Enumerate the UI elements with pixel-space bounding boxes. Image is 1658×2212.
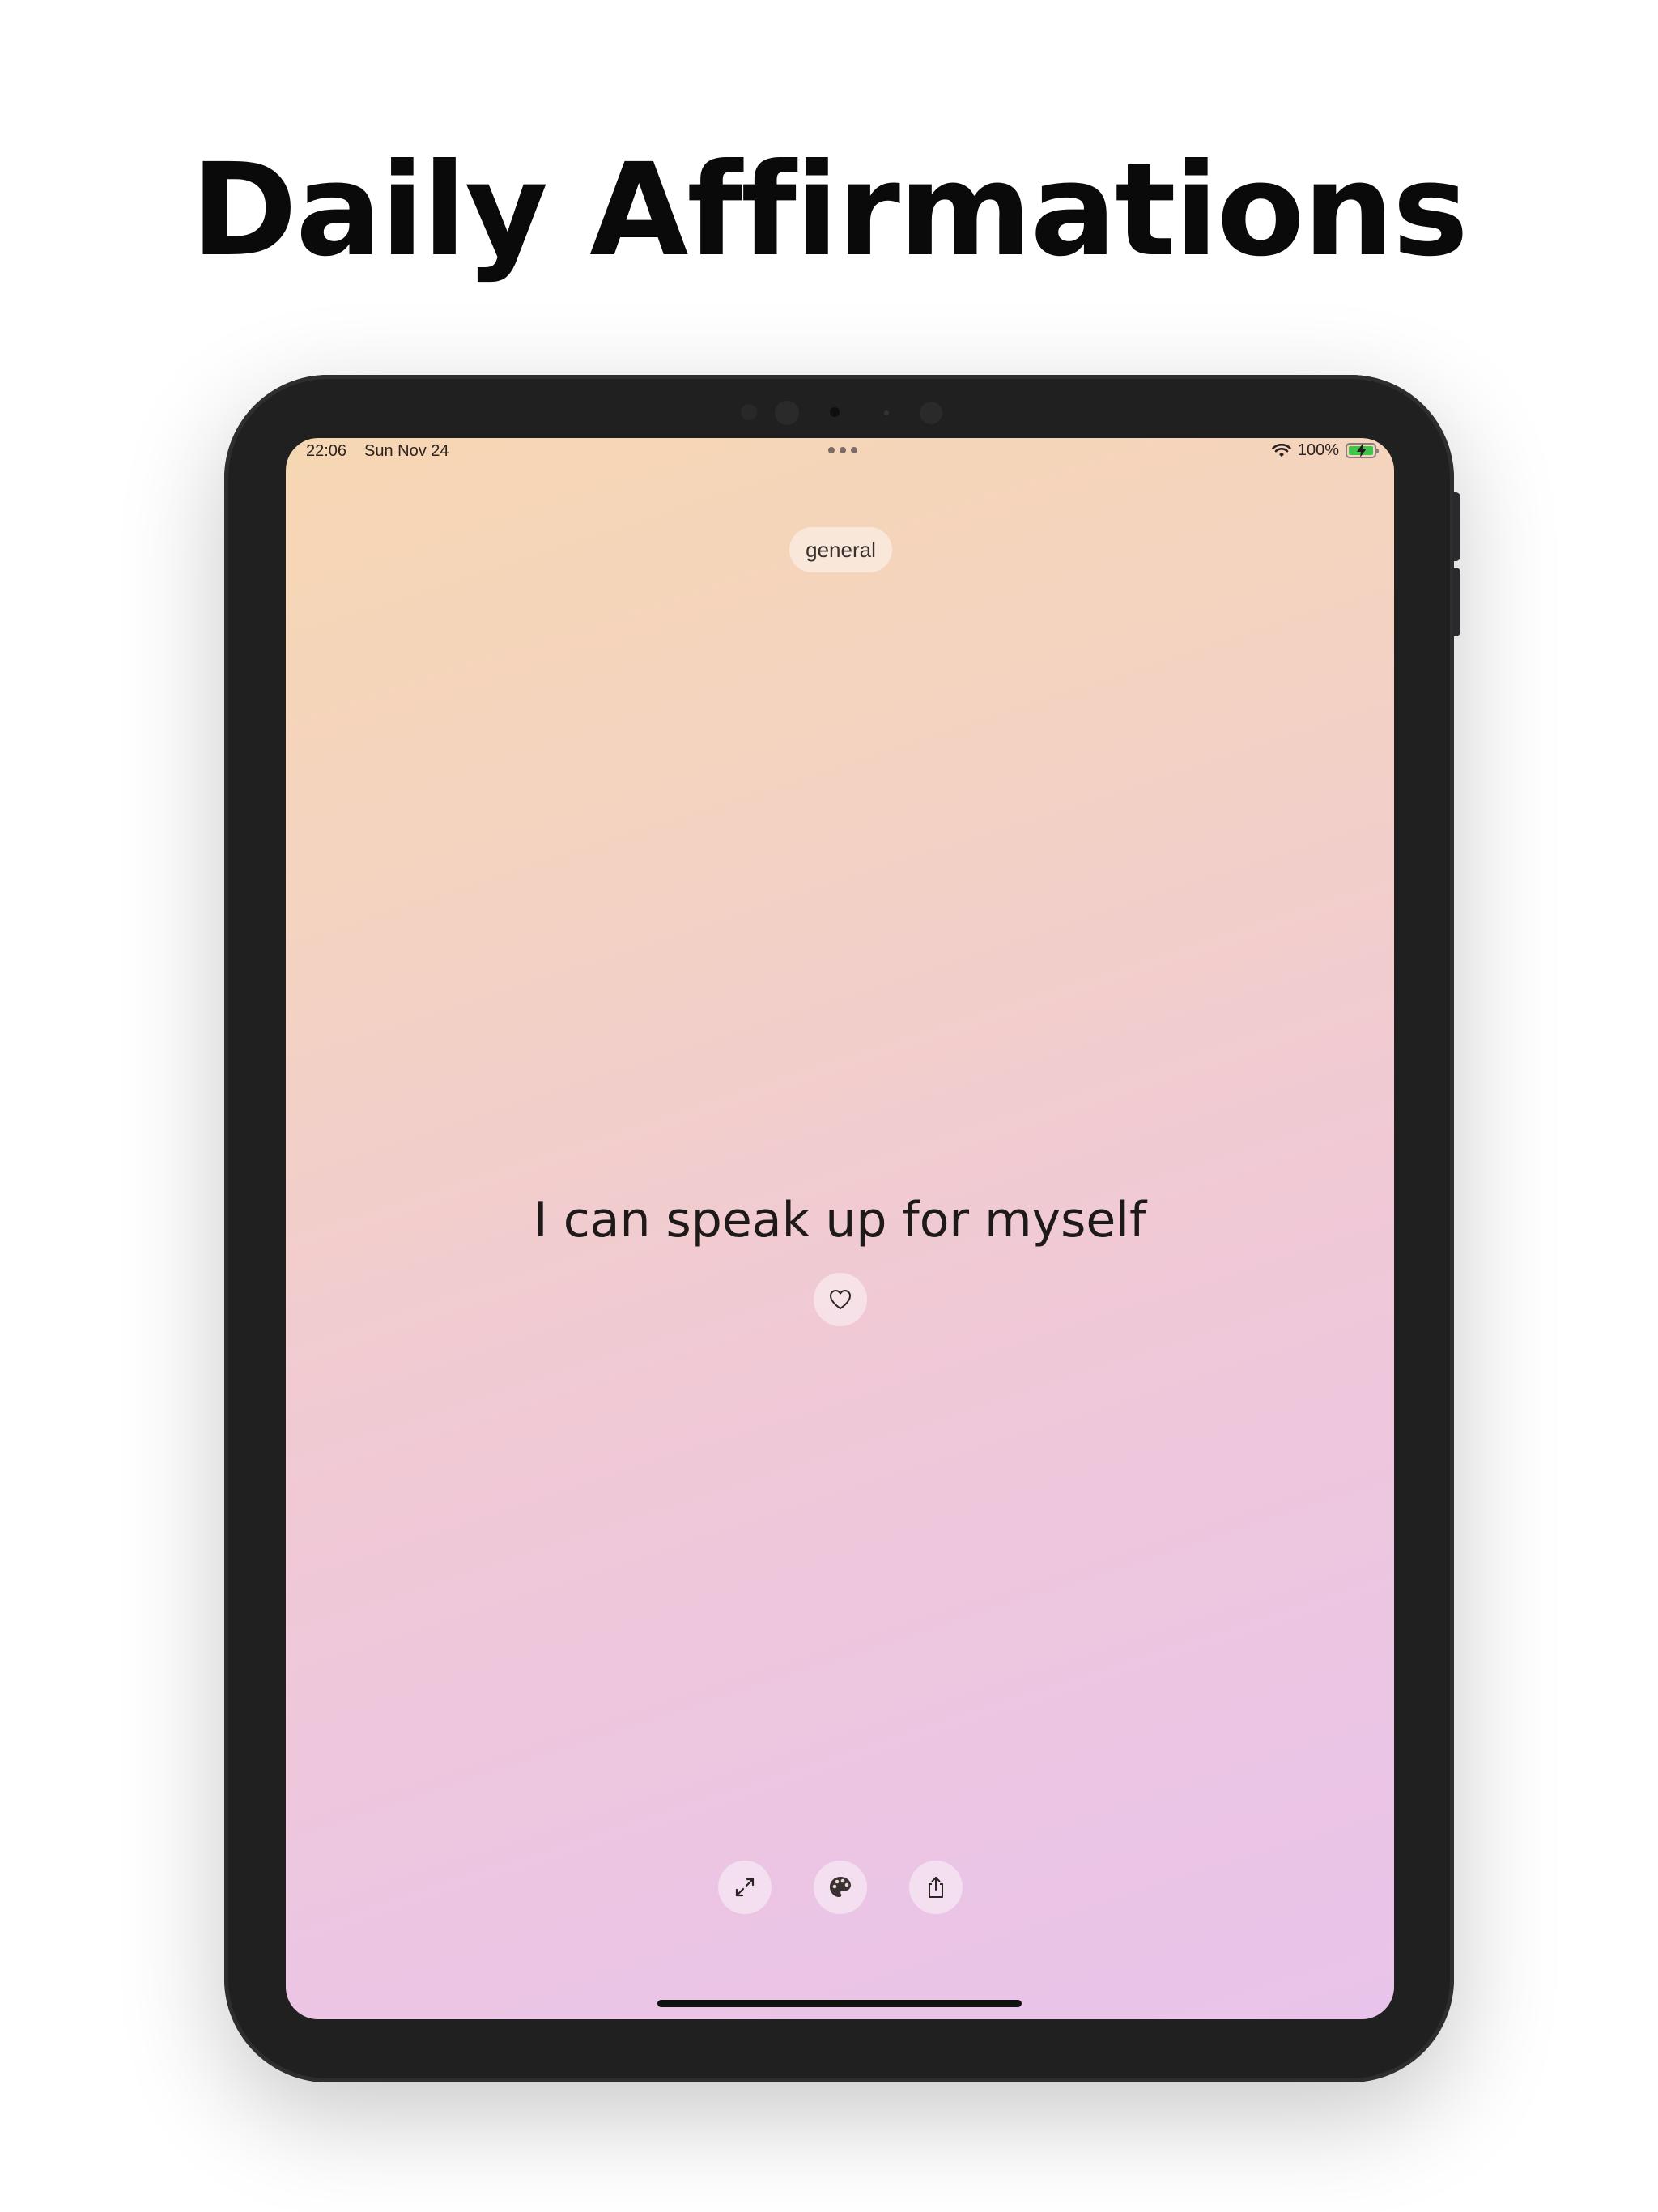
volume-down-button <box>1452 568 1460 636</box>
expand-icon <box>735 1878 755 1897</box>
battery-icon <box>1346 443 1379 458</box>
theme-button[interactable] <box>814 1861 867 1914</box>
status-indicators: 100% <box>1272 441 1379 460</box>
status-time: 22:06 <box>306 442 347 460</box>
app-screen: 22:06 Sun Nov 24 100% general I can spea… <box>286 438 1394 2019</box>
multitasking-menu[interactable] <box>828 445 857 455</box>
affirmation-text: I can speak up for myself <box>533 1192 1147 1249</box>
status-date: Sun Nov 24 <box>364 442 449 460</box>
battery-percent: 100% <box>1297 441 1339 459</box>
status-bar: 22:06 Sun Nov 24 100% <box>286 438 1394 467</box>
charging-bolt-icon <box>1357 444 1367 457</box>
home-indicator[interactable] <box>657 2000 1022 2007</box>
camera-lens-icon <box>830 407 840 417</box>
heart-icon <box>830 1290 851 1309</box>
wifi-icon <box>1272 443 1291 457</box>
ipad-device-frame: 22:06 Sun Nov 24 100% general I can spea… <box>224 375 1460 2082</box>
fullscreen-button[interactable] <box>718 1861 772 1914</box>
share-button[interactable] <box>909 1861 963 1914</box>
palette-icon <box>830 1877 851 1897</box>
favorite-button[interactable] <box>814 1273 867 1326</box>
camera-cluster <box>224 394 1454 427</box>
volume-up-button <box>1452 492 1460 561</box>
share-icon <box>929 1877 943 1898</box>
promo-headline: Daily Affirmations <box>191 136 1469 285</box>
category-pill[interactable]: general <box>789 527 892 572</box>
